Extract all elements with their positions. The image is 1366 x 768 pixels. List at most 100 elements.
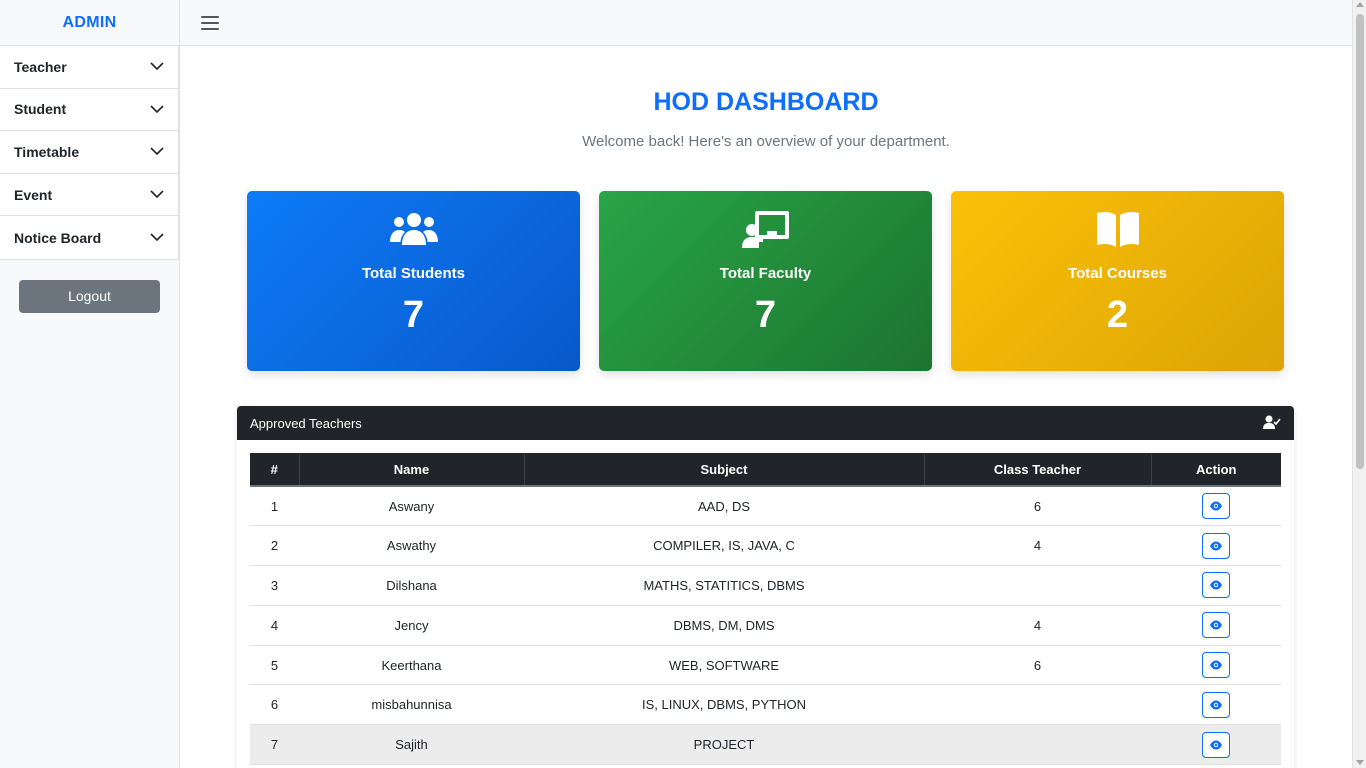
cell-class-teacher xyxy=(924,565,1151,606)
cell-num: 7 xyxy=(250,724,299,766)
brand-title[interactable]: ADMIN xyxy=(0,0,179,46)
sidebar-item-label: Teacher xyxy=(14,58,67,75)
card-label: Total Courses xyxy=(1068,265,1167,282)
eye-icon xyxy=(1210,700,1222,710)
eye-icon xyxy=(1210,620,1222,630)
approved-teachers-panel: Approved Teachers # Name Subject Class T… xyxy=(237,406,1294,768)
view-button[interactable] xyxy=(1202,731,1230,758)
sidebar-item-notice-board[interactable]: Notice Board xyxy=(0,216,178,259)
scroll-down-icon[interactable] xyxy=(1356,760,1364,765)
page-title: HOD DASHBOARD xyxy=(653,88,879,116)
cell-action xyxy=(1151,486,1281,527)
main-content: HOD DASHBOARD Welcome back! Here's an ov… xyxy=(180,46,1352,768)
teachers-table: # Name Subject Class Teacher Action 1 As… xyxy=(250,453,1281,766)
card-value: 7 xyxy=(402,294,425,336)
stat-cards: Total Students 7 Total Faculty 7 Total C… xyxy=(247,191,1284,371)
cell-name: Aswathy xyxy=(299,525,524,567)
table-row: 6 misbahunnisa IS, LINUX, DBMS, PYTHON xyxy=(250,684,1281,726)
cell-subject: COMPILER, IS, JAVA, C xyxy=(524,525,924,567)
column-header[interactable]: Class Teacher xyxy=(924,453,1152,487)
eye-icon xyxy=(1210,541,1222,551)
users-icon xyxy=(389,211,439,247)
cell-name: Sajith xyxy=(299,724,524,766)
view-button[interactable] xyxy=(1202,691,1230,718)
card-value: 7 xyxy=(754,294,777,336)
page-subtitle: Welcome back! Here's an overview of your… xyxy=(582,133,950,150)
column-header[interactable]: # xyxy=(250,453,300,487)
book-open-icon xyxy=(1095,211,1141,247)
column-header[interactable]: Subject xyxy=(524,453,925,487)
cell-action xyxy=(1151,525,1281,567)
sidebar-item-student[interactable]: Student xyxy=(0,89,178,132)
logout-button[interactable]: Logout xyxy=(19,279,160,313)
sidebar-item-label: Timetable xyxy=(14,143,80,160)
cell-num: 2 xyxy=(250,525,299,567)
table-header-row: # Name Subject Class Teacher Action xyxy=(250,453,1281,487)
eye-icon xyxy=(1210,580,1222,590)
cell-action xyxy=(1151,605,1281,646)
eye-icon xyxy=(1210,740,1222,750)
cell-subject: PROJECT xyxy=(524,724,924,766)
hamburger-icon[interactable] xyxy=(201,16,219,30)
view-button[interactable] xyxy=(1202,532,1230,559)
table-row: 3 Dilshana MATHS, STATITICS, DBMS xyxy=(250,565,1281,606)
scroll-thumb[interactable] xyxy=(1356,14,1364,469)
cell-num: 5 xyxy=(250,645,299,686)
cell-name: Aswany xyxy=(299,486,524,527)
panel-body: # Name Subject Class Teacher Action 1 As… xyxy=(237,440,1294,768)
panel-title: Approved Teachers xyxy=(250,415,362,431)
view-button[interactable] xyxy=(1202,612,1230,639)
cell-class-teacher: 4 xyxy=(924,525,1151,567)
sidebar-item-teacher[interactable]: Teacher xyxy=(0,46,178,89)
view-button[interactable] xyxy=(1202,652,1230,679)
cell-subject: AAD, DS xyxy=(524,486,924,527)
cell-num: 1 xyxy=(250,486,299,527)
cell-name: Jency xyxy=(299,605,524,646)
cell-num: 3 xyxy=(250,565,299,606)
cell-class-teacher xyxy=(924,684,1151,726)
card-label: Total Faculty xyxy=(719,265,812,282)
user-check-icon xyxy=(1263,415,1281,432)
sidebar-menu: Teacher Student Timetable Event Notice B… xyxy=(0,46,179,260)
column-header[interactable]: Action xyxy=(1151,453,1281,487)
sidebar-item-event[interactable]: Event xyxy=(0,174,178,217)
column-header[interactable]: Name xyxy=(299,453,525,487)
view-button[interactable] xyxy=(1202,493,1230,520)
cell-action xyxy=(1151,565,1281,606)
cell-class-teacher xyxy=(924,724,1151,766)
cell-class-teacher: 4 xyxy=(924,605,1151,646)
page-scrollbar[interactable] xyxy=(1352,0,1366,768)
panel-header: Approved Teachers xyxy=(237,406,1294,440)
cell-class-teacher: 6 xyxy=(924,486,1151,527)
cell-action xyxy=(1151,645,1281,686)
chevron-down-icon xyxy=(150,231,164,245)
cell-subject: MATHS, STATITICS, DBMS xyxy=(524,565,924,606)
chalkboard-teacher-icon xyxy=(741,211,791,248)
cell-action xyxy=(1151,684,1281,726)
scroll-up-icon[interactable] xyxy=(1356,2,1364,7)
topbar xyxy=(180,0,1352,46)
sidebar-item-label: Student xyxy=(14,101,67,118)
table-row: 7 Sajith PROJECT xyxy=(250,724,1281,766)
sidebar-item-label: Notice Board xyxy=(14,229,102,246)
eye-icon xyxy=(1210,501,1222,511)
sidebar-item-label: Event xyxy=(14,186,53,203)
chevron-down-icon xyxy=(150,60,164,74)
cell-subject: DBMS, DM, DMS xyxy=(524,605,924,646)
table-row: 5 Keerthana WEB, SOFTWARE 6 xyxy=(250,645,1281,686)
card-value: 2 xyxy=(1106,294,1129,336)
card-total-courses: Total Courses 2 xyxy=(951,191,1284,371)
cell-subject: IS, LINUX, DBMS, PYTHON xyxy=(524,684,924,726)
cell-class-teacher: 6 xyxy=(924,645,1151,686)
logout-container: Logout xyxy=(0,260,179,333)
cell-name: Keerthana xyxy=(299,645,524,686)
chevron-down-icon xyxy=(150,188,164,202)
card-total-students: Total Students 7 xyxy=(247,191,580,371)
sidebar-item-timetable[interactable]: Timetable xyxy=(0,131,178,174)
chevron-down-icon xyxy=(150,145,164,159)
view-button[interactable] xyxy=(1202,572,1230,599)
table-row: 1 Aswany AAD, DS 6 xyxy=(250,486,1281,527)
cell-num: 6 xyxy=(250,684,299,726)
card-label: Total Students xyxy=(361,265,466,282)
sidebar: ADMIN Teacher Student Timetable Event No… xyxy=(0,0,180,768)
